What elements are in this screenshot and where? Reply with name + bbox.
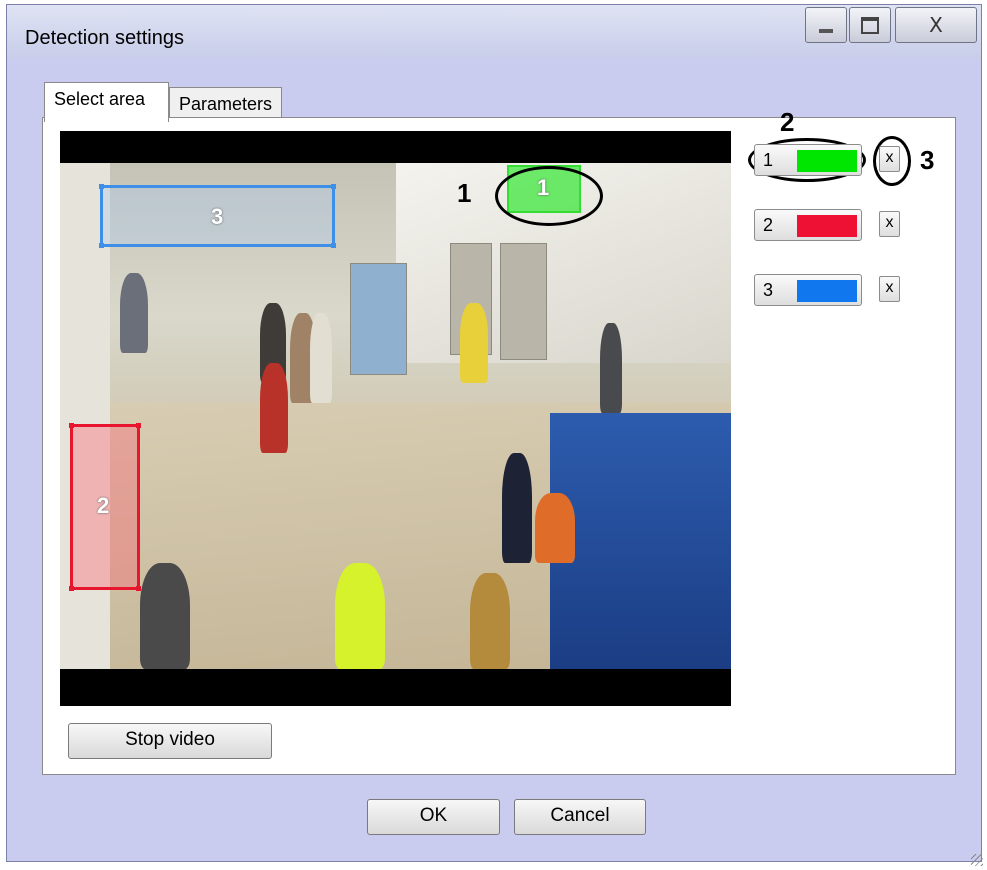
resize-handle[interactable] — [136, 423, 141, 428]
minimize-icon — [819, 29, 833, 33]
title-bar[interactable]: Detection settings X — [7, 5, 981, 59]
ok-button[interactable]: OK — [367, 799, 500, 835]
zone-1-number: 1 — [763, 150, 774, 170]
close-icon: X — [929, 13, 943, 37]
tab-select-area[interactable]: Select area — [44, 82, 169, 122]
cancel-button[interactable]: Cancel — [514, 799, 646, 835]
video-preview[interactable]: 1 2 3 — [60, 131, 731, 706]
resize-handle[interactable] — [136, 586, 141, 591]
minimize-button[interactable] — [805, 7, 847, 43]
zone-2-number: 2 — [763, 215, 774, 235]
zone-2-color-button[interactable]: 2 — [754, 209, 862, 241]
region-3-label: 3 — [211, 204, 224, 229]
resize-handle[interactable] — [69, 586, 74, 591]
window-title: Detection settings — [25, 27, 184, 49]
callout-3: 3 — [920, 145, 935, 175]
callout-1-ellipse — [495, 166, 603, 226]
zone-3-delete-button[interactable]: x — [879, 276, 900, 302]
maximize-icon — [861, 16, 879, 34]
zone-1-color-swatch — [797, 150, 857, 172]
zone-3-color-button[interactable]: 3 — [754, 274, 862, 306]
zone-3-color-swatch — [797, 280, 857, 302]
resize-handle[interactable] — [331, 184, 336, 189]
close-button[interactable]: X — [895, 7, 977, 43]
callout-2: 2 — [780, 107, 795, 137]
region-2-label: 2 — [97, 493, 110, 518]
zone-1-color-button[interactable]: 1 — [754, 144, 862, 176]
resize-handle[interactable] — [99, 243, 104, 248]
resize-grip-icon[interactable] — [971, 854, 983, 866]
resize-handle[interactable] — [331, 243, 336, 248]
stop-video-button[interactable]: Stop video — [68, 723, 272, 759]
zone-1-delete-button[interactable]: x — [879, 146, 900, 172]
maximize-button[interactable] — [849, 7, 891, 43]
resize-handle[interactable] — [99, 184, 104, 189]
callout-1: 1 — [457, 178, 472, 208]
resize-handle[interactable] — [69, 423, 74, 428]
zone-2-delete-button[interactable]: x — [879, 211, 900, 237]
detection-region-3[interactable]: 3 — [99, 184, 336, 248]
zone-3-number: 3 — [763, 280, 774, 300]
detection-region-2[interactable]: 2 — [69, 423, 141, 591]
zone-2-color-swatch — [797, 215, 857, 237]
